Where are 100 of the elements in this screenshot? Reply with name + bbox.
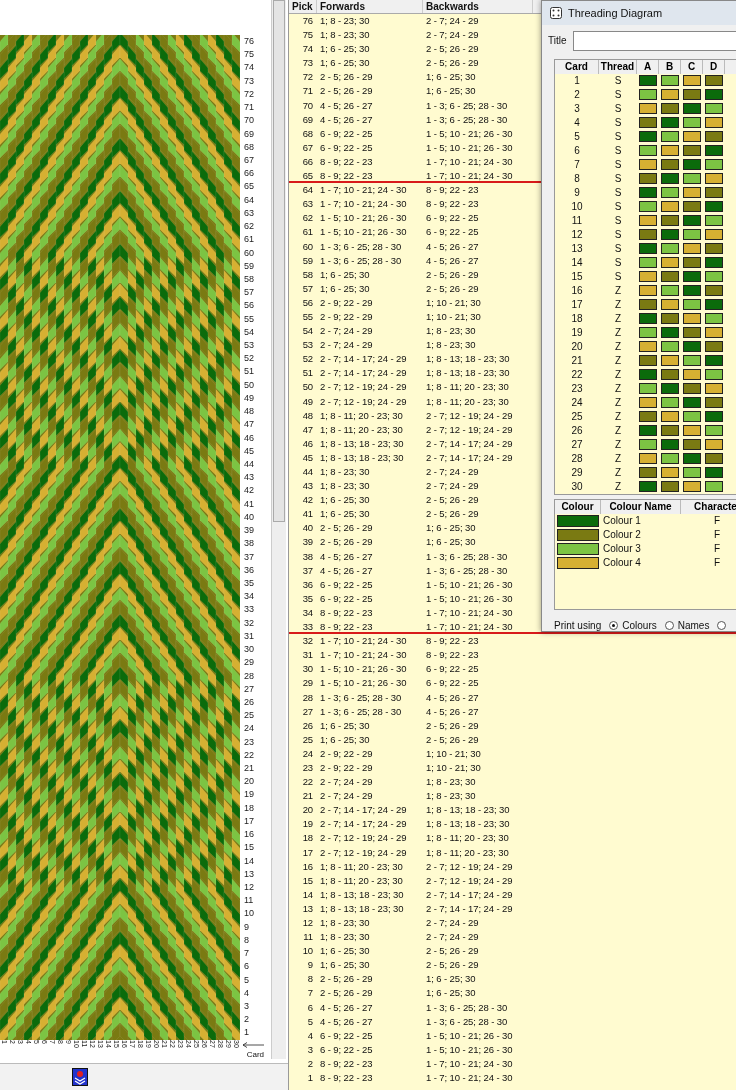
colour-swatch[interactable]: [683, 145, 701, 157]
colour-swatch[interactable]: [683, 299, 701, 311]
colour-swatch[interactable]: [705, 215, 723, 227]
colour-swatch[interactable]: [639, 131, 657, 143]
colour-swatch[interactable]: [683, 397, 701, 409]
colour-swatch[interactable]: [683, 411, 701, 423]
colour-swatch[interactable]: [639, 411, 657, 423]
colour-swatch[interactable]: [705, 187, 723, 199]
column-header[interactable]: B: [659, 59, 681, 74]
colour-swatch[interactable]: [683, 271, 701, 283]
colour-swatch[interactable]: [705, 467, 723, 479]
colour-swatch[interactable]: [661, 75, 679, 87]
colour-swatch[interactable]: [705, 103, 723, 115]
colour-swatch[interactable]: [683, 341, 701, 353]
colour-swatch[interactable]: [639, 397, 657, 409]
weave-icon[interactable]: [72, 1068, 88, 1086]
colour-swatch[interactable]: [705, 397, 723, 409]
colour-swatch[interactable]: [683, 481, 701, 493]
colour-swatch[interactable]: [705, 131, 723, 143]
colour-swatch[interactable]: [639, 201, 657, 213]
column-header[interactable]: Forwards: [317, 0, 423, 13]
colour-swatch[interactable]: [661, 355, 679, 367]
colour-swatch[interactable]: [683, 327, 701, 339]
colour-swatch[interactable]: [639, 383, 657, 395]
colour-swatch[interactable]: [683, 103, 701, 115]
colour-swatch[interactable]: [639, 369, 657, 381]
colour-swatch[interactable]: [705, 257, 723, 269]
colour-swatch[interactable]: [639, 313, 657, 325]
column-header[interactable]: Pick: [289, 0, 317, 13]
colour-swatch[interactable]: [639, 103, 657, 115]
colour-swatch[interactable]: [683, 383, 701, 395]
colour-swatch[interactable]: [705, 383, 723, 395]
colour-swatch[interactable]: [683, 89, 701, 101]
colour-swatch[interactable]: [705, 243, 723, 255]
colour-swatch[interactable]: [661, 369, 679, 381]
radio-label[interactable]: Colours: [622, 620, 657, 631]
colour-swatch[interactable]: [683, 229, 701, 241]
colour-swatch[interactable]: [639, 439, 657, 451]
colour-swatch[interactable]: [705, 285, 723, 297]
colour-swatch[interactable]: [661, 229, 679, 241]
colour-swatch[interactable]: [661, 159, 679, 171]
colour-swatch[interactable]: [661, 215, 679, 227]
colour-swatch[interactable]: [661, 145, 679, 157]
colour-swatch[interactable]: [639, 145, 657, 157]
colour-swatch[interactable]: [683, 201, 701, 213]
colour-swatch[interactable]: [557, 514, 599, 527]
colour-swatch[interactable]: [661, 89, 679, 101]
colour-swatch[interactable]: [661, 299, 679, 311]
colour-swatch[interactable]: [639, 299, 657, 311]
colour-swatch[interactable]: [661, 103, 679, 115]
colour-swatch[interactable]: [683, 355, 701, 367]
colour-swatch[interactable]: [705, 271, 723, 283]
colour-swatch[interactable]: [661, 187, 679, 199]
colour-swatch[interactable]: [683, 285, 701, 297]
colour-swatch[interactable]: [639, 467, 657, 479]
colour-swatch[interactable]: [683, 131, 701, 143]
colour-swatch[interactable]: [661, 313, 679, 325]
column-header[interactable]: Characte: [681, 499, 736, 514]
colour-swatch[interactable]: [639, 173, 657, 185]
colour-swatch[interactable]: [639, 355, 657, 367]
scrollbar[interactable]: [271, 0, 286, 1059]
radio-button[interactable]: [717, 621, 727, 630]
colour-swatch[interactable]: [639, 75, 657, 87]
colour-swatch[interactable]: [639, 89, 657, 101]
colour-swatch[interactable]: [705, 89, 723, 101]
column-header[interactable]: Card: [555, 59, 599, 74]
colour-swatch[interactable]: [639, 425, 657, 437]
colour-swatch[interactable]: [661, 271, 679, 283]
colour-swatch[interactable]: [705, 173, 723, 185]
colour-swatch[interactable]: [557, 528, 599, 541]
colour-swatch[interactable]: [705, 229, 723, 241]
colour-swatch[interactable]: [705, 117, 723, 129]
colour-swatch[interactable]: [557, 542, 599, 555]
colour-swatch[interactable]: [705, 439, 723, 451]
colour-swatch[interactable]: [705, 299, 723, 311]
colour-swatch[interactable]: [661, 201, 679, 213]
column-header[interactable]: Thread: [599, 59, 637, 74]
colour-swatch[interactable]: [661, 397, 679, 409]
colour-swatch[interactable]: [705, 411, 723, 423]
colour-swatch[interactable]: [683, 453, 701, 465]
colour-swatch[interactable]: [683, 215, 701, 227]
colour-swatch[interactable]: [683, 313, 701, 325]
colour-swatch[interactable]: [661, 341, 679, 353]
colour-swatch[interactable]: [639, 453, 657, 465]
colour-swatch[interactable]: [705, 425, 723, 437]
colour-swatch[interactable]: [661, 467, 679, 479]
colour-swatch[interactable]: [705, 313, 723, 325]
title-input[interactable]: [572, 30, 736, 51]
colour-swatch[interactable]: [639, 215, 657, 227]
colour-swatch[interactable]: [705, 327, 723, 339]
colour-swatch[interactable]: [683, 187, 701, 199]
colour-swatch[interactable]: [683, 467, 701, 479]
colour-swatch[interactable]: [661, 173, 679, 185]
colour-swatch[interactable]: [639, 229, 657, 241]
colour-swatch[interactable]: [683, 159, 701, 171]
colour-swatch[interactable]: [557, 556, 599, 569]
colour-swatch[interactable]: [639, 271, 657, 283]
colour-swatch[interactable]: [661, 117, 679, 129]
colour-swatch[interactable]: [661, 481, 679, 493]
colour-swatch[interactable]: [661, 257, 679, 269]
